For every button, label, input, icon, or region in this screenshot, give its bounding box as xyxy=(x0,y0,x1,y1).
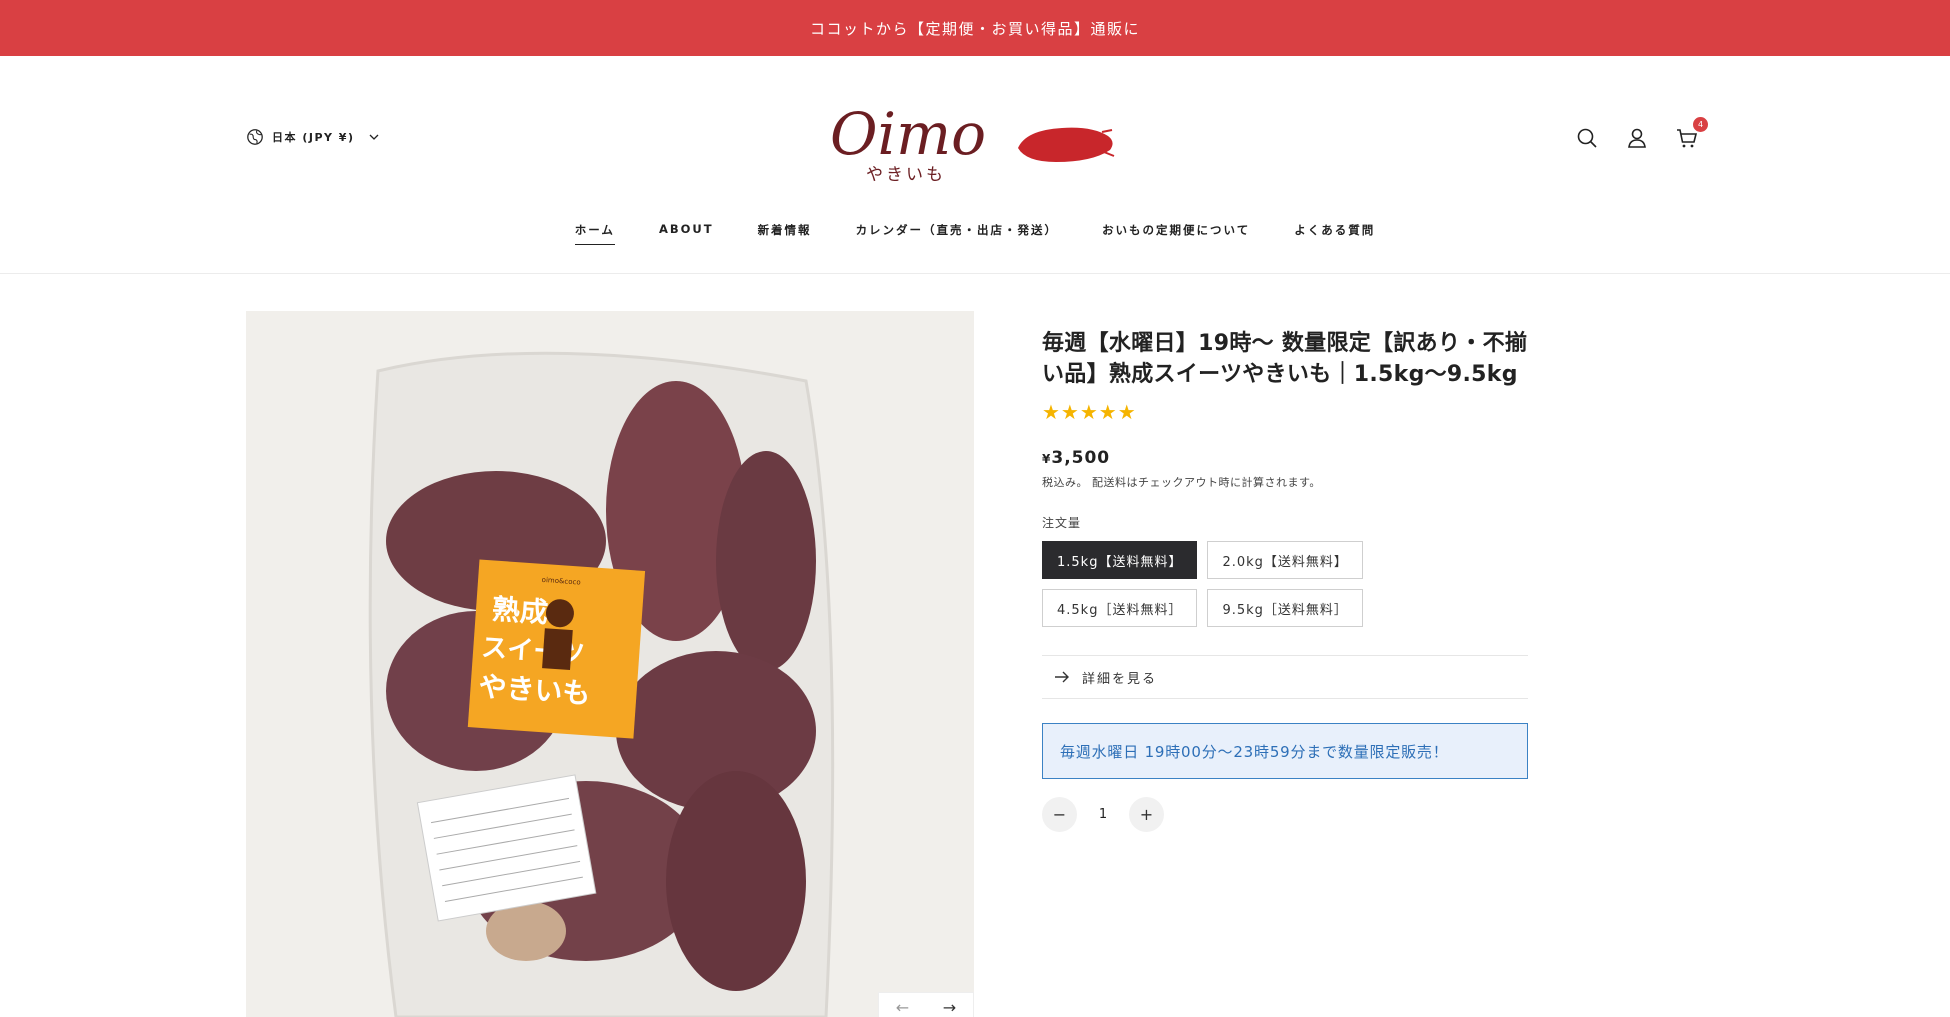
locale-selector[interactable]: 日本 (JPY ¥) xyxy=(246,128,379,146)
announcement-text: ココットから【定期便・お買い得品】通販に xyxy=(809,19,1140,38)
quantity-decrease-button[interactable]: − xyxy=(1042,797,1077,832)
option-group: 1.5kg【送料無料】 2.0kg【送料無料】 4.5kg［送料無料］ 9.5k… xyxy=(1042,541,1382,627)
site-header: 日本 (JPY ¥) Oimo やきいも 4 ホーム ABOUT 新着情報 カレ… xyxy=(0,56,1950,274)
quantity-increase-button[interactable]: + xyxy=(1129,797,1164,832)
gallery-prev-button[interactable]: ← xyxy=(896,998,909,1017)
gallery-next-button[interactable]: → xyxy=(943,998,956,1017)
sale-notice: 毎週水曜日 19時00分〜23時59分まで数量限定販売！ xyxy=(1042,723,1528,779)
product-photo: oimo&coco 熟成 スイーツ やきいも xyxy=(246,311,974,1017)
main-nav: ホーム ABOUT 新着情報 カレンダー（直売・出店・発送） おいもの定期便につ… xyxy=(0,222,1950,245)
product-info: 毎週【水曜日】19時〜 数量限定【訳あり・不揃い品】熟成スイーツやきいも｜1.5… xyxy=(1042,328,1528,832)
user-icon xyxy=(1628,128,1646,148)
locale-label: 日本 (JPY ¥) xyxy=(272,131,355,144)
option-label: 注文量 xyxy=(1042,516,1082,530)
site-logo[interactable]: Oimo やきいも xyxy=(826,86,1136,186)
nav-item-faq[interactable]: よくある質問 xyxy=(1294,222,1375,245)
quantity-stepper: − 1 + xyxy=(1042,797,1528,832)
price-value: 3,500 xyxy=(1051,448,1111,468)
nav-item-about[interactable]: ABOUT xyxy=(659,222,714,245)
product-price: ¥3,500 xyxy=(1042,448,1528,468)
search-icon xyxy=(1577,128,1597,148)
details-link[interactable]: 詳細を見る xyxy=(1042,655,1528,699)
option-1-5kg[interactable]: 1.5kg【送料無料】 xyxy=(1042,541,1198,579)
chevron-down-icon xyxy=(369,134,378,140)
tax-note: 税込み。 配送料はチェックアウト時に計算されます。 xyxy=(1042,476,1321,489)
nav-item-news[interactable]: 新着情報 xyxy=(758,222,812,245)
announcement-bar: ココットから【定期便・お買い得品】通販に xyxy=(0,0,1950,56)
nav-item-home[interactable]: ホーム xyxy=(574,222,615,245)
product-title: 毎週【水曜日】19時〜 数量限定【訳あり・不揃い品】熟成スイーツやきいも｜1.5… xyxy=(1042,331,1528,387)
account-button[interactable] xyxy=(1625,126,1649,150)
nav-item-subscription[interactable]: おいもの定期便について xyxy=(1102,222,1250,245)
svg-text:Oimo: Oimo xyxy=(830,100,986,168)
details-label: 詳細を見る xyxy=(1082,671,1158,687)
logo-graphic: Oimo やきいも xyxy=(830,100,1115,185)
rating-stars: ★★★★★ xyxy=(1042,400,1137,424)
gallery-controls: ← → xyxy=(878,992,974,1017)
option-9-5kg[interactable]: 9.5kg［送料無料］ xyxy=(1207,589,1363,627)
cart-count-badge: 4 xyxy=(1693,117,1708,132)
search-button[interactable] xyxy=(1575,126,1599,150)
header-actions: 4 xyxy=(1575,117,1708,150)
quantity-value[interactable]: 1 xyxy=(1077,807,1129,822)
arrow-right-icon xyxy=(1055,671,1069,683)
currency-symbol: ¥ xyxy=(1042,452,1052,466)
cart-button[interactable]: 4 xyxy=(1675,117,1708,150)
option-2-0kg[interactable]: 2.0kg【送料無料】 xyxy=(1207,541,1363,579)
svg-text:熟成: 熟成 xyxy=(491,593,549,630)
globe-icon xyxy=(247,129,263,145)
product-image[interactable]: oimo&coco 熟成 スイーツ やきいも xyxy=(246,311,974,1017)
svg-text:やきいも: やきいも xyxy=(866,165,946,185)
nav-item-calendar[interactable]: カレンダー（直売・出店・発送） xyxy=(856,222,1059,245)
option-4-5kg[interactable]: 4.5kg［送料無料］ xyxy=(1042,589,1198,627)
